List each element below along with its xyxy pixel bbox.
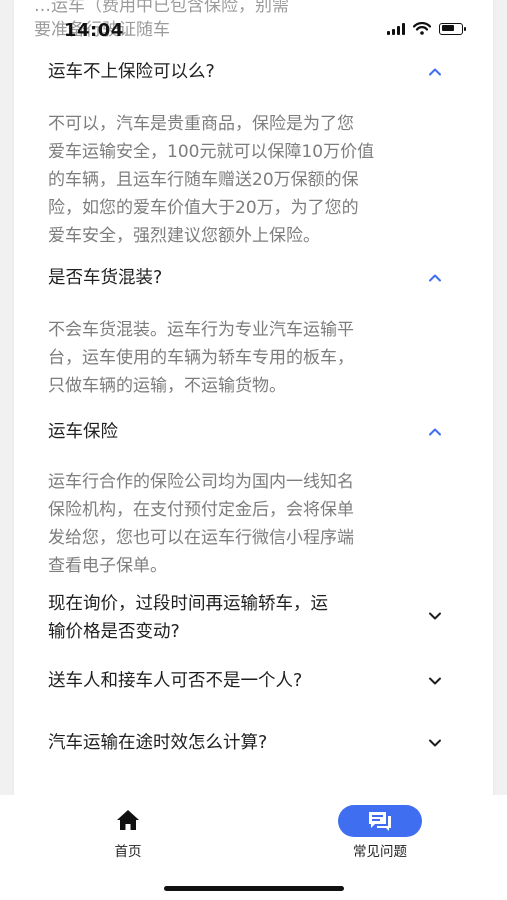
answer-line: 的车辆，且运车行随车赠送20万保额的保	[48, 170, 359, 190]
answer-line: 险，如您的爱车价值大于20万，为了您的	[48, 198, 359, 218]
faq-item-5[interactable]: 送车人和接车人可否不是一个人?	[48, 667, 448, 695]
faq-answer-2: 不会车货混装。运车行为专业汽车运输平 台，运车使用的车辆为轿车专用的板车， 只做…	[48, 316, 448, 400]
faq-question: 送车人和接车人可否不是一个人?	[48, 671, 303, 691]
tab-home[interactable]: 首页	[58, 803, 198, 863]
answer-line: 爱车安全，强烈建议您额外上保险。	[48, 226, 320, 246]
chevron-down-icon[interactable]	[427, 673, 443, 689]
faq-item-2[interactable]: 是否车货混装?	[48, 264, 448, 292]
home-indicator	[164, 886, 344, 891]
status-time: 14:04	[64, 20, 124, 41]
faq-answer-1: 不可以，汽车是贵重商品，保险是为了您 爱车运输安全，100元就可以保障10万价值…	[48, 110, 448, 250]
chevron-up-icon[interactable]	[427, 270, 443, 286]
tab-faq[interactable]: 常见问题	[310, 803, 450, 863]
faq-item-1[interactable]: 运车不上保险可以么?	[48, 58, 448, 86]
signal-icon	[387, 22, 405, 35]
chevron-down-icon[interactable]	[427, 735, 443, 751]
answer-line: 发给您，您也可以在运车行微信小程序端	[48, 528, 354, 548]
battery-icon	[439, 22, 466, 35]
answer-line: 不可以，汽车是贵重商品，保险是为了您	[48, 114, 354, 134]
answer-line: 保险机构，在支付预付定金后，会将保单	[48, 500, 354, 520]
tab-faq-label: 常见问题	[353, 844, 407, 860]
faq-answer-3: 运车行合作的保险公司均为国内一线知名 保险机构，在支付预付定金后，会将保单 发给…	[48, 468, 448, 580]
faq-item-4[interactable]: 现在询价，过段时间再运输轿车，运 输价格是否变动?	[48, 590, 448, 646]
faq-question: 是否车货混装?	[48, 268, 163, 288]
answer-line: 爱车运输安全，100元就可以保障10万价值	[48, 142, 375, 162]
home-icon	[117, 810, 139, 830]
faq-question: 运车不上保险可以么?	[48, 62, 215, 82]
faq-question: 汽车运输在途时效怎么计算?	[48, 733, 268, 753]
faq-question: 运车保险	[48, 422, 118, 442]
cutoff-line: …运车（费用中已包含保险，别需	[34, 0, 289, 16]
wifi-icon	[413, 22, 431, 35]
chevron-up-icon[interactable]	[427, 64, 443, 80]
answer-line: 查看电子保单。	[48, 556, 167, 576]
faq-item-6[interactable]: 汽车运输在途时效怎么计算?	[48, 729, 448, 757]
faq-question-line: 现在询价，过段时间再运输轿车，运	[48, 594, 328, 614]
answer-line: 不会车货混装。运车行为专业汽车运输平	[48, 320, 354, 340]
chevron-down-icon[interactable]	[427, 608, 443, 624]
status-icons	[387, 22, 466, 35]
bottom-tab-bar: 首页 常见问题	[0, 795, 507, 900]
faq-item-3[interactable]: 运车保险	[48, 418, 448, 446]
chevron-up-icon[interactable]	[427, 424, 443, 440]
answer-line: 只做车辆的运输，不运输货物。	[48, 376, 286, 396]
faq-question-line: 输价格是否变动?	[48, 622, 180, 642]
answer-line: 台，运车使用的车辆为轿车专用的板车，	[48, 348, 354, 368]
answer-line: 运车行合作的保险公司均为国内一线知名	[48, 472, 354, 492]
tab-home-label: 首页	[114, 844, 142, 860]
chat-bubble-icon	[369, 812, 391, 831]
